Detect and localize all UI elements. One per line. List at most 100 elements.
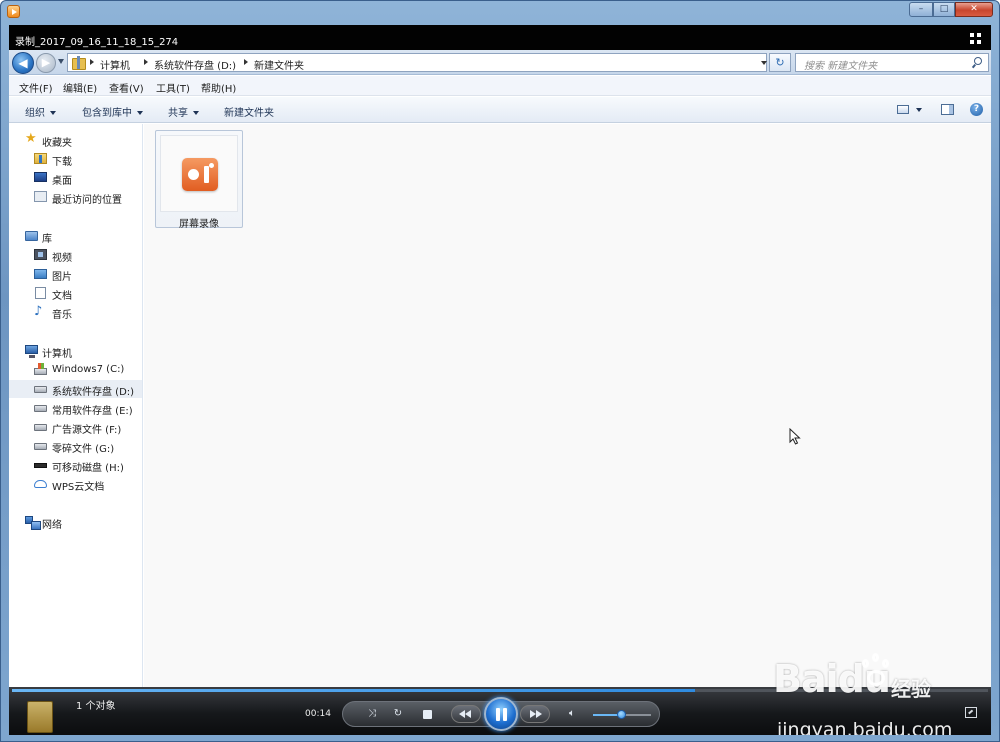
nav-drive-d[interactable]: 系统软件存盘 (D:) <box>9 380 142 398</box>
chevron-down-icon <box>193 111 199 115</box>
repeat-icon[interactable]: ↻ <box>391 707 405 721</box>
download-folder-icon <box>34 153 47 164</box>
seek-bar[interactable] <box>12 689 988 692</box>
media-player-icon <box>7 5 20 18</box>
switch-to-library-icon[interactable] <box>970 33 982 45</box>
chevron-down-icon[interactable] <box>761 61 767 65</box>
back-button[interactable]: ◀ <box>12 52 34 74</box>
nav-documents[interactable]: 文档 <box>9 284 142 302</box>
menu-view[interactable]: 查看(V) <box>109 80 144 95</box>
nav-drive-h[interactable]: 可移动磁盘 (H:) <box>9 456 142 474</box>
video-library-icon <box>34 249 47 260</box>
navigation-pane: ★ 收藏夹 下载 桌面 最近访问的位置 库 视频 图片 文档 ♪ 音乐 计算机 Wi… <box>9 124 143 687</box>
chevron-right-icon[interactable] <box>244 59 248 65</box>
nav-label: 音乐 <box>52 310 72 321</box>
nav-network[interactable]: 网络 <box>9 513 142 531</box>
help-icon[interactable]: ? <box>970 103 983 116</box>
nav-recent[interactable]: 最近访问的位置 <box>9 188 142 206</box>
chevron-right-icon[interactable] <box>144 59 148 65</box>
menu-tools[interactable]: 工具(T) <box>156 80 190 95</box>
maximize-button[interactable]: □ <box>933 2 955 17</box>
screen-recorder-icon <box>182 158 218 191</box>
nav-label: 最近访问的位置 <box>52 195 122 206</box>
preview-pane-icon[interactable] <box>941 104 954 115</box>
recorded-explorer-window: ◀ ▶ 计算机 系统软件存盘 (D:) 新建文件夹 ↻ 搜索 新建文件夹 文件(… <box>9 50 991 687</box>
organize-button[interactable]: 组织 <box>25 104 56 119</box>
include-library-button[interactable]: 包含到库中 <box>82 104 143 119</box>
nav-computer[interactable]: 计算机 <box>9 342 142 360</box>
nav-label: 文档 <box>52 291 72 302</box>
nav-desktop[interactable]: 桌面 <box>9 169 142 187</box>
previous-button[interactable] <box>451 705 481 723</box>
breadcrumb-new-folder[interactable]: 新建文件夹 <box>254 57 304 72</box>
document-library-icon <box>35 287 46 299</box>
nav-label: 网络 <box>42 520 62 531</box>
volume-icon[interactable]: 🔈︎ <box>565 707 579 721</box>
nav-label: 零碎文件 (G:) <box>52 444 115 455</box>
hard-drive-icon <box>34 405 47 412</box>
transport-controls: ⤨ ↻ 🔈︎ <box>342 697 660 731</box>
stop-button[interactable] <box>423 710 432 719</box>
playback-controls: 1 个对象 00:14 ⤨ ↻ 🔈︎ <box>9 687 991 735</box>
recent-pages-dropdown[interactable] <box>58 59 64 64</box>
computer-icon <box>25 345 38 358</box>
nav-favorites[interactable]: ★ 收藏夹 <box>9 131 142 149</box>
folder-icon <box>72 56 86 70</box>
menu-help[interactable]: 帮助(H) <box>201 80 236 95</box>
file-list[interactable]: 屏幕录像 <box>144 124 991 687</box>
chevron-down-icon[interactable] <box>916 108 922 112</box>
cloud-icon <box>34 480 47 488</box>
address-bar: ◀ ▶ 计算机 系统软件存盘 (D:) 新建文件夹 ↻ 搜索 新建文件夹 <box>9 50 991 75</box>
nav-label: 计算机 <box>42 349 72 360</box>
nav-drive-g[interactable]: 零碎文件 (G:) <box>9 437 142 455</box>
breadcrumb-computer[interactable]: 计算机 <box>100 57 130 72</box>
nav-wps-cloud[interactable]: WPS云文档 <box>9 475 142 493</box>
chevron-right-icon[interactable] <box>90 59 94 65</box>
nav-drive-f[interactable]: 广告源文件 (F:) <box>9 418 142 436</box>
nav-drive-e[interactable]: 常用软件存盘 (E:) <box>9 399 142 417</box>
desktop-icon <box>34 172 47 182</box>
menu-edit[interactable]: 编辑(E) <box>63 80 97 95</box>
change-view-icon[interactable] <box>897 105 909 114</box>
file-item[interactable]: 屏幕录像 <box>155 130 243 230</box>
video-area[interactable]: 录制_2017_09_16_11_18_15_274 ◀ ▶ 计算机 系统软件存… <box>9 25 991 735</box>
nav-drive-c[interactable]: Windows7 (C:) <box>9 361 142 379</box>
share-button[interactable]: 共享 <box>168 104 199 119</box>
back-arrow-icon: ◀ <box>18 56 28 70</box>
address-field[interactable]: 计算机 系统软件存盘 (D:) 新建文件夹 <box>67 53 767 72</box>
window-titlebar[interactable]: – □ ✕ <box>1 1 999 21</box>
nav-downloads[interactable]: 下载 <box>9 150 142 168</box>
organize-label: 组织 <box>25 108 45 119</box>
command-bar: 组织 包含到库中 共享 新建文件夹 ? <box>9 97 991 123</box>
star-icon: ★ <box>25 131 37 146</box>
next-button[interactable] <box>520 705 550 723</box>
seek-progress <box>12 689 696 692</box>
nav-label: 广告源文件 (F:) <box>52 425 122 436</box>
volume-handle[interactable] <box>617 710 626 719</box>
nav-videos[interactable]: 视频 <box>9 246 142 264</box>
forward-arrow-icon: ▶ <box>41 56 51 69</box>
volume-slider[interactable] <box>593 710 651 719</box>
shuffle-icon[interactable]: ⤨ <box>365 707 379 721</box>
new-folder-button[interactable]: 新建文件夹 <box>224 104 274 119</box>
status-text: 1 个对象 <box>76 701 116 712</box>
nav-libraries[interactable]: 库 <box>9 227 142 245</box>
recent-places-icon <box>34 191 47 202</box>
pause-button[interactable] <box>484 697 518 731</box>
refresh-button[interactable]: ↻ <box>769 53 791 72</box>
search-input[interactable]: 搜索 新建文件夹 <box>795 53 989 72</box>
minimize-button[interactable]: – <box>909 2 933 17</box>
nav-music[interactable]: ♪ 音乐 <box>9 303 142 321</box>
forward-button[interactable]: ▶ <box>36 53 56 73</box>
video-title-bar: 录制_2017_09_16_11_18_15_274 <box>9 25 991 50</box>
nav-label: 可移动磁盘 (H:) <box>52 463 124 474</box>
nav-label: 图片 <box>52 272 72 283</box>
menu-file[interactable]: 文件(F) <box>19 80 53 95</box>
elapsed-time: 00:14 <box>305 709 331 719</box>
menu-bar: 文件(F) 编辑(E) 查看(V) 工具(T) 帮助(H) <box>9 76 991 96</box>
breadcrumb-drive-d[interactable]: 系统软件存盘 (D:) <box>154 57 236 72</box>
nav-pictures[interactable]: 图片 <box>9 265 142 283</box>
close-button[interactable]: ✕ <box>955 2 993 17</box>
search-icon[interactable] <box>972 57 982 68</box>
fullscreen-icon[interactable] <box>965 707 977 718</box>
